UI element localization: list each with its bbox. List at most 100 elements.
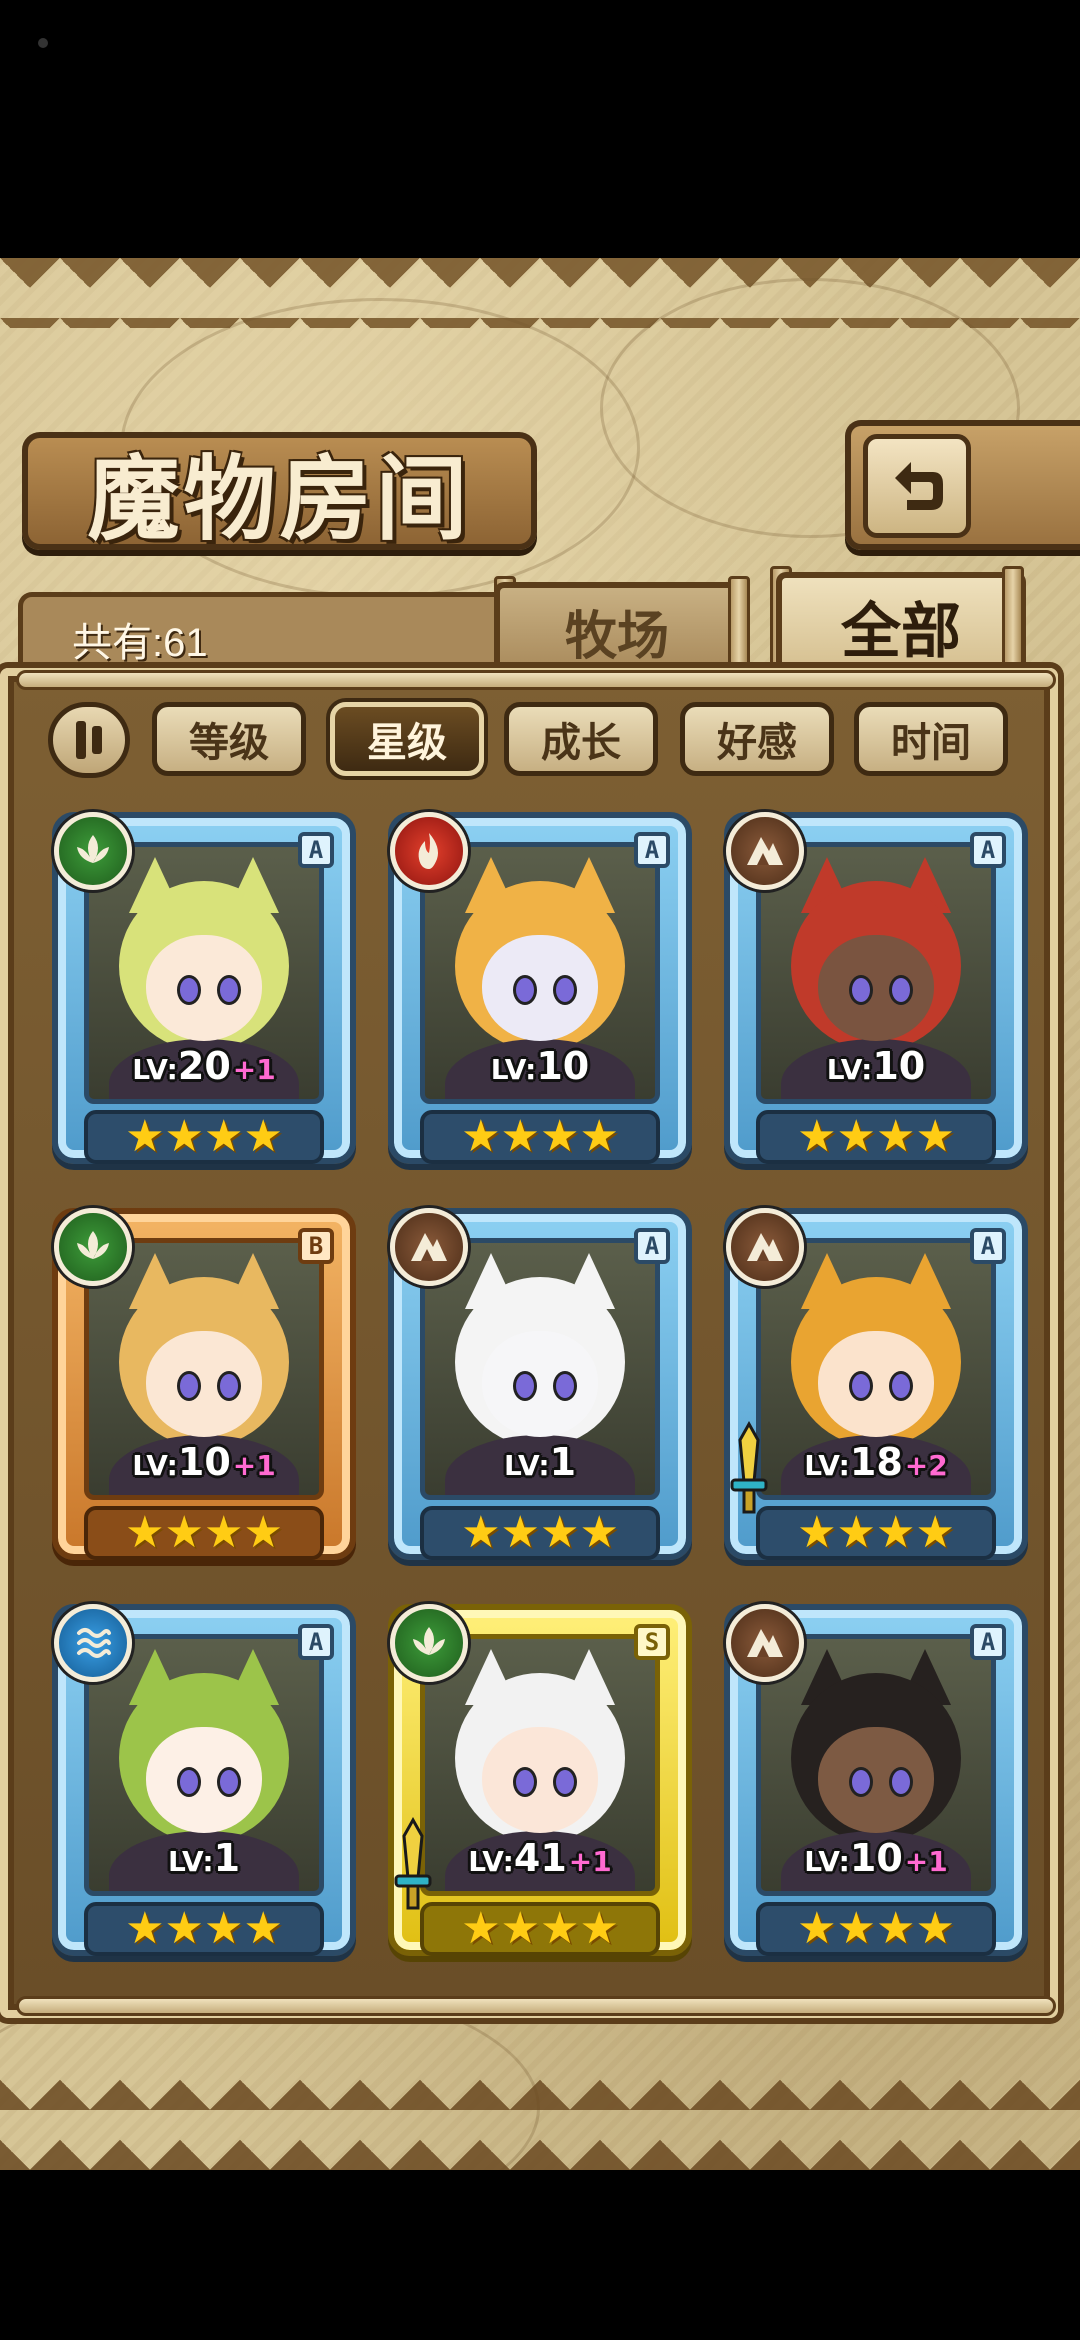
back-button-frame — [845, 420, 1080, 550]
star-rating: ★★★★ — [420, 1506, 660, 1560]
earth-icon — [390, 1208, 468, 1286]
star-rating: ★★★★ — [756, 1110, 996, 1164]
monster-eye — [217, 975, 241, 1005]
nature-icon — [390, 1604, 468, 1682]
star-rating: ★★★★ — [84, 1110, 324, 1164]
monster-card[interactable]: A LV:1 ★★★★ — [388, 1208, 692, 1560]
earth-icon — [726, 1604, 804, 1682]
monster-level: LV:10 — [730, 1044, 1022, 1088]
rank-badge: A — [298, 832, 334, 868]
fire-icon — [390, 812, 468, 890]
rank-badge: A — [634, 1228, 670, 1264]
level-prefix: LV: — [503, 1449, 550, 1482]
level-prefix: LV: — [804, 1845, 850, 1878]
status-dot — [38, 38, 48, 48]
monster-level: LV:10+1 — [730, 1836, 1022, 1880]
page-title: 魔物房间 — [87, 444, 472, 553]
monster-card[interactable]: A LV:1 ★★★★ — [52, 1604, 356, 1956]
level-bonus: +1 — [232, 1053, 276, 1086]
monster-face — [146, 1331, 262, 1437]
monster-level: LV:10 — [394, 1044, 686, 1088]
monster-eye — [177, 1767, 201, 1797]
nature-icon — [54, 812, 132, 890]
rank-badge: A — [970, 1228, 1006, 1264]
panel-rail-top — [16, 670, 1056, 690]
monster-level: LV:10+1 — [58, 1440, 350, 1484]
level-bonus: +2 — [904, 1449, 948, 1482]
level-value: 18 — [849, 1440, 903, 1484]
monster-card[interactable]: A LV:10 ★★★★ — [388, 812, 692, 1164]
sort-bar-icon — [76, 721, 86, 759]
sort-bar-icon — [92, 726, 102, 754]
filter-growth-button[interactable]: 成长 — [504, 702, 658, 776]
monster-face — [146, 1727, 262, 1833]
tab-post — [728, 576, 750, 676]
filter-affection-button[interactable]: 好感 — [680, 702, 834, 776]
monster-level: LV:1 — [394, 1440, 686, 1484]
monster-face — [818, 1331, 934, 1437]
star-rating: ★★★★ — [84, 1902, 324, 1956]
monster-eye — [849, 1767, 873, 1797]
monster-face — [818, 935, 934, 1041]
level-prefix: LV: — [132, 1449, 178, 1482]
monster-eye — [889, 1371, 913, 1401]
star-rating: ★★★★ — [756, 1902, 996, 1956]
tab-all[interactable]: 全部 — [776, 572, 1026, 674]
monster-eye — [217, 1371, 241, 1401]
monster-eye — [553, 1767, 577, 1797]
monster-card[interactable]: S LV:41+1 ★★★★ — [388, 1604, 692, 1956]
level-value: 10 — [872, 1044, 926, 1088]
level-value: 10 — [177, 1440, 231, 1484]
level-value: 10 — [849, 1836, 903, 1880]
monster-face — [482, 1331, 598, 1437]
level-value: 1 — [213, 1836, 241, 1880]
monster-eye — [513, 1767, 537, 1797]
level-prefix: LV: — [468, 1845, 514, 1878]
filter-level-button[interactable]: 等级 — [152, 702, 306, 776]
monster-count: 共有:61 — [72, 621, 208, 665]
tab-post — [1002, 566, 1024, 676]
monster-eye — [217, 1767, 241, 1797]
monster-face — [482, 1727, 598, 1833]
monster-face — [482, 935, 598, 1041]
monster-level: LV:18+2 — [730, 1440, 1022, 1484]
filter-time-button[interactable]: 时间 — [854, 702, 1008, 776]
monster-eye — [513, 1371, 537, 1401]
level-prefix: LV: — [167, 1845, 214, 1878]
monster-eye — [553, 975, 577, 1005]
rank-badge: S — [634, 1624, 670, 1660]
level-value: 20 — [177, 1044, 231, 1088]
monster-eye — [849, 1371, 873, 1401]
monster-level: LV:1 — [58, 1836, 350, 1880]
monster-eye — [889, 1767, 913, 1797]
level-prefix: LV: — [804, 1449, 850, 1482]
level-prefix: LV: — [490, 1053, 537, 1086]
monster-eye — [177, 1371, 201, 1401]
title-banner: 魔物房间 — [22, 432, 537, 553]
water-icon — [54, 1604, 132, 1682]
level-bonus: +1 — [568, 1845, 612, 1878]
monster-card[interactable]: A LV:18+2 ★★★★ — [724, 1208, 1028, 1560]
star-rating: ★★★★ — [756, 1506, 996, 1560]
monster-card[interactable]: A LV:10+1 ★★★★ — [724, 1604, 1028, 1956]
monster-card[interactable]: A LV:10 ★★★★ — [724, 812, 1028, 1164]
filter-star-button[interactable]: 星级 — [330, 702, 484, 776]
nature-icon — [54, 1208, 132, 1286]
monster-eye — [513, 975, 537, 1005]
sort-order-toggle[interactable] — [48, 702, 130, 778]
level-prefix: LV: — [826, 1053, 873, 1086]
tab-ranch[interactable]: 牧场 — [494, 582, 740, 674]
monster-card[interactable]: B LV:10+1 ★★★★ — [52, 1208, 356, 1560]
level-value: 41 — [513, 1836, 567, 1880]
earth-icon — [726, 1208, 804, 1286]
monster-card[interactable]: A LV:20+1 ★★★★ — [52, 812, 356, 1164]
monster-eye — [553, 1371, 577, 1401]
level-prefix: LV: — [132, 1053, 178, 1086]
back-button[interactable] — [863, 434, 971, 538]
rank-badge: B — [298, 1228, 334, 1264]
monster-eye — [889, 975, 913, 1005]
level-bonus: +1 — [904, 1845, 948, 1878]
monster-face — [146, 935, 262, 1041]
level-bonus: +1 — [232, 1449, 276, 1482]
star-rating: ★★★★ — [420, 1110, 660, 1164]
